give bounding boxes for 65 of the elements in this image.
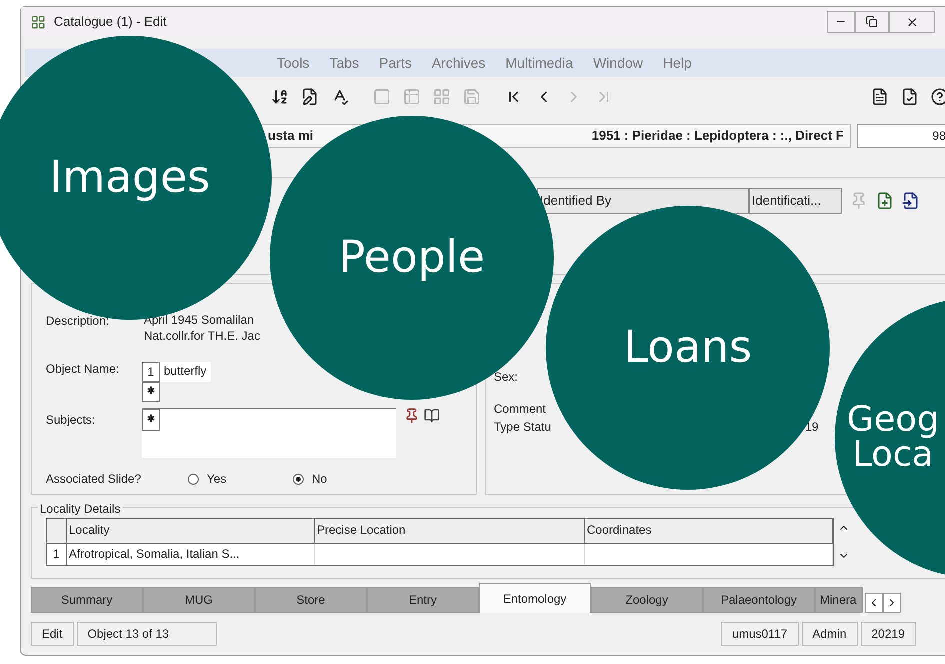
add-document-icon[interactable] [876, 192, 894, 210]
pin-icon[interactable] [404, 408, 420, 424]
status-field: umus0117 [721, 622, 799, 646]
new-row-marker: ✱ [142, 382, 160, 402]
new-row-marker: ✱ [142, 409, 160, 431]
status-field: Admin [802, 622, 858, 646]
book-icon[interactable] [424, 408, 440, 424]
circle-label: People [338, 236, 486, 280]
status-field: Object 13 of 13 [76, 622, 217, 646]
tab[interactable]: Palaeontology [703, 587, 815, 613]
document-check-icon[interactable] [901, 88, 919, 106]
table-cell: Afrotropical, Somalia, Italian S... [67, 544, 315, 565]
menu-item[interactable]: Archives [432, 52, 486, 74]
type-value: 19 [805, 419, 819, 436]
row-number: 1 [142, 362, 160, 382]
tab[interactable]: Zoology [591, 587, 703, 613]
description-line: Nat.collr.for TH.E. Jac [144, 328, 260, 344]
radio-option[interactable]: Yes [188, 470, 293, 488]
menu-item[interactable]: Tabs [330, 52, 360, 74]
object-name-field[interactable]: butterfly [160, 362, 211, 382]
window-title: Catalogue (1) - Edit [54, 13, 167, 32]
menu-item[interactable]: Parts [379, 52, 412, 74]
status-field: 20219 [860, 622, 916, 646]
app-icon [31, 14, 46, 30]
column-header[interactable]: Locality [67, 519, 315, 543]
column-header[interactable]: Precise Location [315, 519, 585, 543]
tab[interactable]: Entomology [479, 583, 591, 613]
tab[interactable]: Minera [815, 587, 863, 613]
tab-scroll-left-button[interactable] [865, 593, 883, 613]
field-label: Object Name: [46, 362, 120, 376]
import-document-icon[interactable] [902, 192, 920, 210]
record-summary-text: 1951 : Pieridae : Lepidoptera : :., Direct F [592, 127, 844, 146]
tab[interactable]: MUG [143, 587, 255, 613]
column-header[interactable]: Identified By [537, 188, 749, 214]
tab[interactable]: Store [255, 587, 367, 613]
close-icon [906, 16, 918, 28]
restore-button[interactable] [855, 11, 889, 33]
radio-option[interactable]: No [293, 470, 398, 488]
edit-note-icon[interactable] [301, 88, 319, 106]
circle-label: Loans [624, 326, 752, 370]
status-field: Edit [31, 622, 74, 646]
field-label: Associated Slide? [46, 471, 142, 488]
menu-item[interactable]: Help [663, 52, 692, 74]
field-label: Subjects: [46, 412, 96, 429]
help-icon[interactable] [931, 88, 945, 106]
circle-label: Geog Loca [847, 403, 940, 473]
restore-icon [866, 16, 878, 28]
subjects-field[interactable]: ✱ [142, 408, 396, 458]
circle-label: Images [50, 156, 210, 200]
sort-icon[interactable] [271, 88, 289, 106]
field-label: Sex: [494, 369, 518, 386]
field-label: Type Statu [494, 419, 552, 436]
field-label: Comment [494, 401, 546, 418]
field-label: Description: [46, 313, 110, 330]
menu-item[interactable]: Multimedia [506, 52, 574, 74]
menu-item[interactable]: Window [593, 52, 644, 74]
column-header[interactable]: Identificati... [749, 188, 842, 214]
record-summary-start: usta mi [268, 127, 314, 146]
tab-scroll-right-button[interactable] [883, 593, 901, 613]
row-number: 1 [47, 544, 67, 565]
document-icon[interactable] [871, 88, 889, 106]
column-header[interactable]: Coordinates [585, 519, 833, 543]
tab[interactable]: Entry [367, 587, 479, 613]
tab[interactable]: Summary [31, 587, 143, 613]
menu-item[interactable]: Tools [277, 52, 310, 74]
